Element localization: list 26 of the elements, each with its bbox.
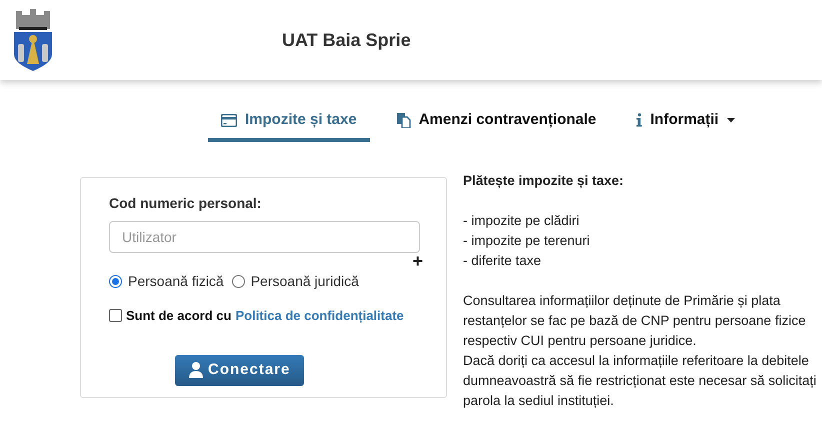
credit-card-icon <box>221 114 237 126</box>
add-icon[interactable]: + <box>412 253 423 269</box>
documents-icon <box>396 112 411 128</box>
user-icon <box>189 362 203 378</box>
field-label: Cod numeric personal: <box>109 194 262 213</box>
info-icon <box>636 113 642 127</box>
checkbox[interactable] <box>109 309 122 322</box>
nav-tab[interactable]: Informații <box>623 102 748 142</box>
site-title: UAT Baia Sprie <box>282 28 411 52</box>
coat-of-arms-icon <box>13 9 53 71</box>
info-list-item: - diferite taxe <box>463 252 542 270</box>
radio-label: Persoană fizică <box>128 272 224 291</box>
checkbox-label: Sunt de acord cu <box>126 307 232 325</box>
radio-label: Persoană juridică <box>250 272 359 291</box>
info-paragraph: Dacă doriți ca accesul la informațiile referitoare la debitele dumneavoastră să fie restricționat este necesar să solicitați parola la sediul instituției. <box>463 352 818 410</box>
info-heading: Plătește impozite și taxe: <box>463 172 625 190</box>
info-paragraph: Consultarea informațiilor deținute de Primărie și plata restanțelor se fac pe bază de CNP pentru persoane fizice respectiv CUI pentru persoane juridice. <box>463 292 807 350</box>
radio-button[interactable] <box>109 275 122 288</box>
login-button[interactable]: Conectare <box>175 354 304 386</box>
info-list-item: - impozite pe terenuri <box>463 232 591 250</box>
nav-tab[interactable]: Amenzi contravenționale <box>384 102 610 142</box>
privacy-policy-link[interactable]: Politica de confidențialitate <box>235 306 404 326</box>
input-field[interactable]: Utilizator <box>109 221 420 253</box>
radio-button[interactable] <box>232 275 245 288</box>
nav-tab[interactable]: Impozite și taxe <box>208 102 370 142</box>
info-list-item: - impozite pe clădiri <box>463 212 580 230</box>
